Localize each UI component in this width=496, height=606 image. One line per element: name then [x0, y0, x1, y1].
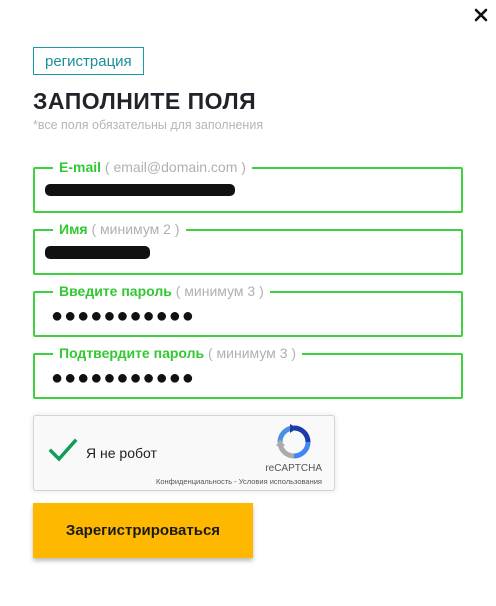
email-field-legend: E-mail ( email@domain.com ): [53, 158, 252, 176]
recaptcha-privacy-link[interactable]: Конфиденциальность: [156, 477, 232, 486]
page-title: ЗАПОЛНИТЕ ПОЛЯ: [33, 88, 257, 114]
confirm-password-field[interactable]: Подтвердите пароль ( минимум 3 ) ●●●●●●●…: [33, 344, 463, 399]
register-button[interactable]: Зарегистрироваться: [33, 503, 253, 558]
required-fields-note: *все поля обязательны для заполнения: [33, 118, 264, 132]
checkmark-icon: [48, 438, 78, 462]
close-icon[interactable]: [470, 4, 492, 26]
confirm-password-masked-value: ●●●●●●●●●●●: [51, 367, 195, 389]
password-field-legend: Введите пароль ( минимум 3 ): [53, 282, 270, 300]
name-field-legend: Имя ( минимум 2 ): [53, 220, 186, 238]
confirm-password-field-hint: ( минимум 3 ): [204, 345, 297, 361]
name-field[interactable]: Имя ( минимум 2 ): [33, 220, 463, 275]
password-field-label: Введите пароль: [59, 283, 172, 299]
password-masked-value: ●●●●●●●●●●●: [51, 305, 195, 327]
name-field-hint: ( минимум 2 ): [87, 221, 180, 237]
recaptcha-links-separator: -: [232, 477, 239, 486]
email-field-hint: ( email@domain.com ): [101, 159, 246, 175]
confirm-password-field-label: Подтвердите пароль: [59, 345, 205, 361]
email-field-label: E-mail: [59, 159, 102, 175]
name-field-label: Имя: [59, 221, 88, 237]
email-field[interactable]: E-mail ( email@domain.com ): [33, 158, 463, 213]
password-field[interactable]: Введите пароль ( минимум 3 ) ●●●●●●●●●●●: [33, 282, 463, 337]
recaptcha-checkbox[interactable]: [48, 436, 78, 466]
recaptcha-brand: reCAPTCHA: [265, 463, 322, 474]
recaptcha-label: Я не робот: [86, 445, 157, 461]
recaptcha-terms-link[interactable]: Условия использования: [239, 477, 322, 486]
password-field-hint: ( минимум 3 ): [171, 283, 264, 299]
email-redacted-value: [45, 184, 235, 196]
confirm-password-field-legend: Подтвердите пароль ( минимум 3 ): [53, 344, 303, 362]
recaptcha-links: Конфиденциальность - Условия использован…: [156, 477, 322, 486]
recaptcha-logo-icon: [276, 424, 312, 460]
name-redacted-value: [45, 246, 150, 259]
tab-registration[interactable]: регистрация: [33, 47, 144, 75]
recaptcha-widget: Я не робот reCAPTCHA Конфиденциальность …: [33, 415, 335, 491]
